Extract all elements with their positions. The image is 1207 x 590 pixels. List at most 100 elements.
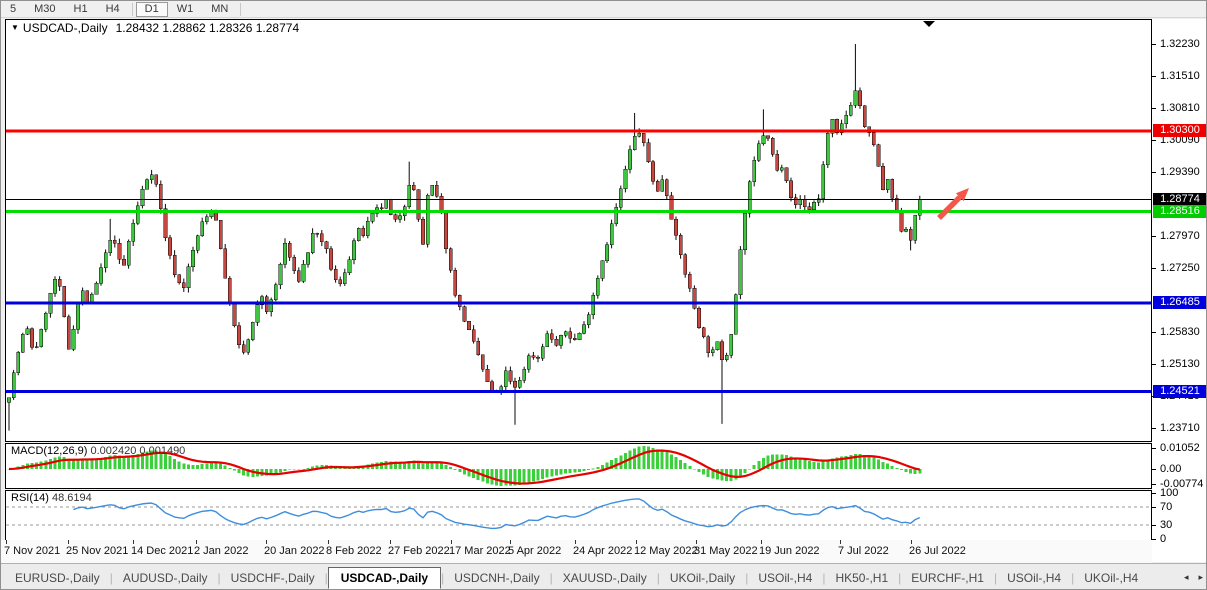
bear-candle [168,238,171,255]
bull-candle [145,180,148,190]
macd-histogram-bar [458,469,461,472]
macd-histogram-bar [385,461,388,469]
bear-candle [720,342,723,360]
time-axis[interactable]: 7 Nov 202125 Nov 202114 Dec 20212 Jan 20… [1,540,1152,563]
candlestick-chart[interactable] [6,20,1151,441]
macd-histogram-bar [771,455,774,469]
macd-histogram-bar [803,460,806,469]
toolbar-separator [240,3,241,16]
bull-candle [53,279,56,293]
bull-candle [95,283,98,294]
macd-histogram-bar [187,465,190,469]
price-tick-mark [1152,428,1156,429]
timeframe-button-5[interactable]: 5 [1,2,25,17]
bull-candle [196,236,199,251]
date-tick-mark [696,540,697,544]
date-tick-mark [575,540,576,544]
bull-candle [132,223,135,241]
tab-ukoil-daily[interactable]: UKOil-,Daily [660,567,745,589]
tab-scroll-right-icon[interactable]: ▸ [1193,572,1207,583]
date-tick-mark [636,540,637,544]
tab-hk50-h1[interactable]: HK50-,H1 [825,567,898,589]
bull-candle [854,91,857,106]
bull-candle [596,278,599,295]
bear-candle [421,219,424,244]
macd-histogram-bar [693,469,696,470]
rsi-tick-label: 0 [1160,533,1166,545]
bear-candle [789,181,792,198]
date-tick-mark [328,540,329,544]
bull-candle [283,243,286,264]
bear-candle [536,357,539,358]
bull-candle [564,332,567,335]
macd-histogram-bar [238,469,241,473]
timeframe-button-d1[interactable]: D1 [136,2,168,17]
macd-histogram-bar [642,446,645,469]
bear-candle [293,257,296,270]
macd-histogram-bar [537,469,540,480]
bull-candle [762,136,765,144]
main-chart-panel[interactable]: ▼USDCAD-,Daily1.28432 1.28862 1.28326 1.… [5,19,1152,442]
bull-candle [592,295,595,314]
tab-scroll-left-icon[interactable]: ◂ [1179,572,1194,583]
tab-xauusd-daily[interactable]: XAUUSD-,Daily [553,567,657,589]
price-tick-label: 1.31510 [1160,70,1200,82]
rsi-value: 48.6194 [52,492,92,504]
timeframe-button-h4[interactable]: H4 [97,2,129,17]
macd-histogram-bar [307,468,310,469]
date-label: 14 Dec 2021 [131,545,193,557]
bull-candle [72,329,75,349]
macd-histogram-bar [201,464,204,469]
macd-panel: MACD(12,26,9) 0.002420 0.001490 [5,443,1152,489]
macd-histogram-bar [665,452,668,469]
tab-usoil-h4[interactable]: USOil-,H4 [997,567,1071,589]
bear-candle [164,209,167,238]
bull-candle [541,347,544,359]
chart-tab-bar: EURUSD-,Daily|AUDUSD-,Daily|USDCHF-,Dail… [1,563,1207,590]
bull-candle [343,273,346,284]
macd-histogram-bar [757,461,760,469]
macd-histogram-bar [173,459,176,469]
bull-candle [546,334,549,347]
bull-candle [615,207,618,224]
bear-candle [702,328,705,337]
tab-usdcnh-daily[interactable]: USDCNH-,Daily [444,567,549,589]
bull-candle [605,245,608,261]
bear-candle [555,339,558,345]
price-axis[interactable]: 1.322301.315101.308101.300901.293901.279… [1152,19,1207,562]
macd-values: 0.002420 0.001490 [90,445,185,457]
timeframe-button-mn[interactable]: MN [202,2,237,17]
tab-usdchf-daily[interactable]: USDCHF-,Daily [221,567,325,589]
timeframe-button-m30[interactable]: M30 [25,2,64,17]
bull-candle [141,189,144,205]
bear-candle [794,198,797,205]
bear-candle [656,181,659,191]
macd-histogram-bar [555,469,558,476]
tab-eurchf-h1[interactable]: EURCHF-,H1 [901,567,994,589]
price-tick-mark [1152,76,1156,77]
macd-histogram-bar [228,468,231,469]
tab-ukoil-h4[interactable]: UKOil-,H4 [1074,567,1148,589]
macd-histogram-bar [440,463,443,469]
bear-candle [463,307,466,321]
tab-usdcad-daily[interactable]: USDCAD-,Daily [328,567,441,589]
price-tick-mark [1152,236,1156,237]
macd-histogram-bar [495,469,498,486]
tab-audusd-daily[interactable]: AUDUSD-,Daily [113,567,218,589]
date-label: 7 Nov 2021 [4,545,60,557]
macd-histogram-bar [573,469,576,473]
macd-histogram-bar [224,466,227,469]
rsi-line [73,499,919,528]
tab-usoil-h4[interactable]: USOil-,H4 [748,567,822,589]
macd-histogram-bar [500,469,503,486]
bear-candle [233,304,236,326]
timeframe-button-w1[interactable]: W1 [168,2,203,17]
timeframe-button-h1[interactable]: H1 [65,2,97,17]
bull-candle [610,224,613,245]
tab-eurusd-daily[interactable]: EURUSD-,Daily [5,567,110,589]
bull-candle [748,182,751,214]
bear-candle [316,233,319,234]
bull-candle [587,315,590,325]
bull-candle [578,333,581,340]
macd-histogram-bar [297,469,300,470]
